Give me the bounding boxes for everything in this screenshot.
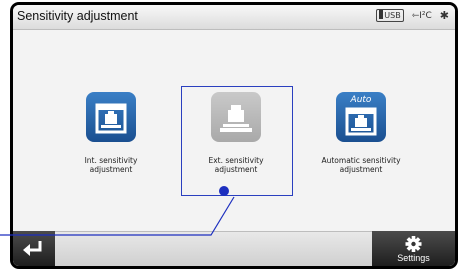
callout-line — [0, 196, 235, 236]
callout-dot — [219, 186, 229, 196]
